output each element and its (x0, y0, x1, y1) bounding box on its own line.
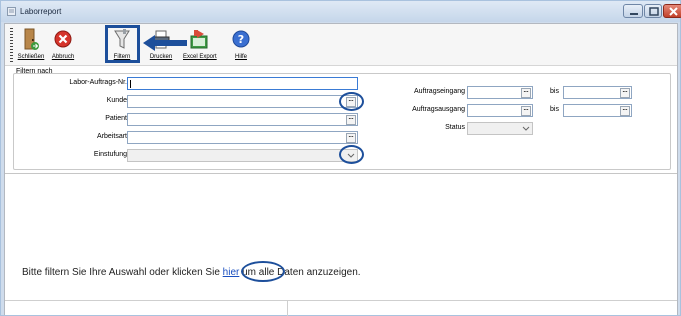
filter-panel: Filtern nach Labor-Auftrags-Nr. Kunde ..… (5, 66, 677, 174)
window-title: Laborreport (20, 7, 62, 16)
title-bar[interactable]: Laborreport (1, 1, 681, 22)
minimize-button[interactable] (623, 4, 643, 18)
empty-state-message: Bitte filtern Sie Ihre Auswahl oder klic… (22, 267, 361, 278)
close-report-button[interactable]: Schließen (15, 27, 47, 63)
chevron-down-icon (522, 126, 530, 131)
help-button[interactable]: ? Hilfe (225, 27, 257, 63)
auftragsausgang-date-button[interactable]: ... (521, 106, 531, 116)
filter-button-highlight (105, 25, 140, 63)
maximize-icon (649, 7, 659, 16)
auftragseingang-input[interactable]: ... (467, 86, 533, 99)
show-all-link[interactable]: hier (223, 267, 240, 278)
cancel-button[interactable]: Abbruch (47, 27, 79, 63)
auftragseingang-label: Auftragseingang (414, 88, 465, 95)
patient-label: Patient (105, 115, 127, 122)
arbeitsart-lookup-button[interactable]: ... (346, 133, 356, 143)
svg-text:?: ? (238, 33, 244, 46)
show-all-link-highlight (241, 261, 285, 282)
status-cell-right (288, 301, 677, 316)
arrow-annotation-icon (143, 35, 187, 51)
einstufung-dropdown-highlight (339, 145, 364, 164)
help-icon: ? (232, 30, 250, 48)
excel-export-icon (190, 30, 208, 49)
patient-input[interactable]: ... (127, 113, 358, 126)
auftragsnr-label: Labor-Auftrags-Nr. (69, 79, 127, 86)
cancel-icon (54, 30, 72, 48)
kunde-label: Kunde (106, 97, 127, 104)
einstufung-select[interactable] (127, 149, 358, 162)
app-icon (7, 7, 16, 16)
toolbar: Schließen Abbruch Filtern Drucken Excel … (5, 24, 677, 66)
auftragsausgang-bis-input[interactable]: ... (563, 104, 632, 117)
door-exit-icon (24, 28, 39, 50)
auftragseingang-date-button[interactable]: ... (521, 88, 531, 98)
auftragsausgang-bis-label: bis (550, 106, 559, 113)
auftragseingang-bis-label: bis (550, 88, 559, 95)
einstufung-label: Einstufung (93, 151, 127, 158)
status-label: Status (445, 124, 465, 131)
auftragsnr-input[interactable] (127, 77, 358, 90)
arbeitsart-input[interactable]: ... (127, 131, 358, 144)
patient-lookup-button[interactable]: ... (346, 115, 356, 125)
status-cell-left (5, 301, 288, 316)
kunde-input[interactable]: ... (127, 95, 358, 108)
auftragsausgang-label: Auftragsausgang (412, 106, 465, 113)
auftragseingang-bis-date-button[interactable]: ... (620, 88, 630, 98)
client-area: Schließen Abbruch Filtern Drucken Excel … (4, 23, 678, 316)
maximize-button[interactable] (644, 4, 662, 18)
text-caret (130, 80, 131, 88)
close-button[interactable] (663, 4, 681, 18)
auftragsausgang-bis-date-button[interactable]: ... (620, 106, 630, 116)
auftragsausgang-input[interactable]: ... (467, 104, 533, 117)
close-icon (669, 7, 678, 16)
kunde-lookup-highlight (339, 92, 364, 111)
auftragseingang-bis-input[interactable]: ... (563, 86, 632, 99)
status-bar (5, 300, 677, 316)
arbeitsart-label: Arbeitsart (97, 133, 127, 140)
status-select[interactable] (467, 122, 533, 135)
application-window: Laborreport Schließen Abbruch Filtern Dr… (0, 0, 681, 316)
toolbar-grip[interactable] (10, 28, 13, 62)
minimize-icon (630, 13, 638, 15)
